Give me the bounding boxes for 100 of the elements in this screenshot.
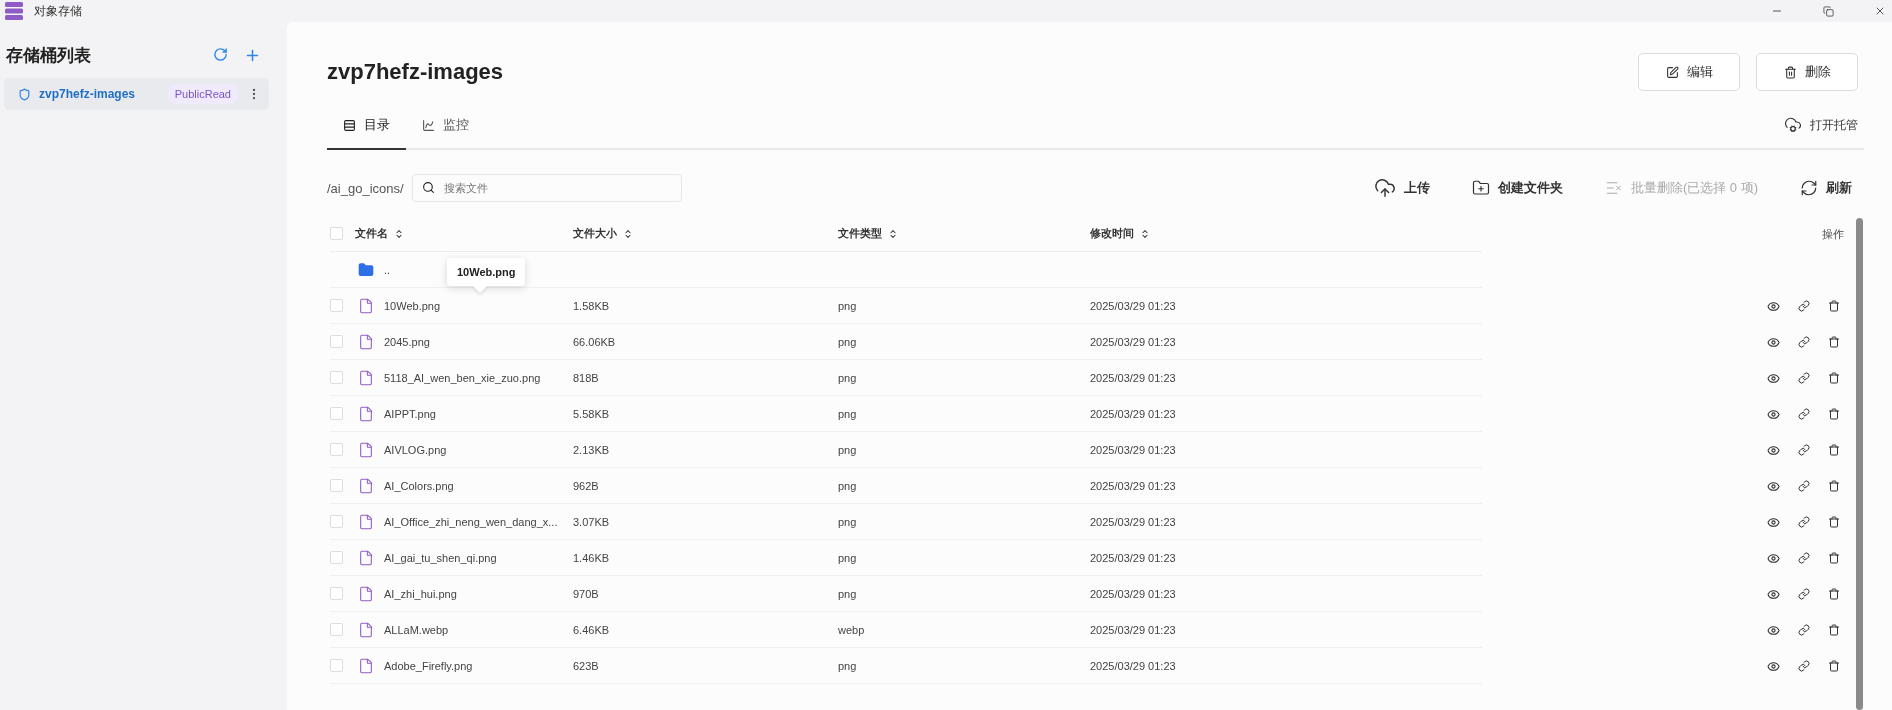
modified-time: 2025/03/29 01:23 [1090, 479, 1177, 492]
file-name[interactable]: 10Web.png [384, 299, 441, 312]
file-name[interactable]: Adobe_Firefly.png [384, 659, 473, 672]
link-icon[interactable] [1798, 516, 1810, 528]
row-checkbox[interactable] [330, 623, 343, 636]
row-checkbox[interactable] [330, 371, 343, 384]
close-icon[interactable] [1874, 5, 1886, 17]
modified-time: 2025/03/29 01:23 [1090, 407, 1177, 420]
sort-icon[interactable] [623, 228, 633, 239]
file-size: 5.58KB [573, 407, 611, 420]
row-checkbox[interactable] [330, 299, 343, 312]
trash-icon[interactable] [1828, 516, 1840, 528]
new-folder-button[interactable]: 创建文件夹 [1465, 176, 1569, 200]
file-type: png [838, 659, 858, 672]
preview-icon[interactable] [1767, 299, 1780, 313]
file-type: png [838, 587, 858, 600]
edit-button[interactable]: 编辑 [1638, 53, 1740, 91]
column-header[interactable]: 修改时间 [1090, 226, 1134, 241]
list-x-icon [1604, 179, 1623, 197]
column-header[interactable]: 文件类型 [838, 226, 882, 241]
link-icon[interactable] [1798, 588, 1810, 600]
preview-icon[interactable] [1767, 515, 1780, 529]
modified-time: 2025/03/29 01:23 [1090, 515, 1177, 528]
row-checkbox[interactable] [330, 659, 343, 672]
trash-icon[interactable] [1828, 480, 1840, 492]
preview-icon[interactable] [1767, 443, 1780, 457]
upload-button[interactable]: 上传 [1367, 176, 1436, 200]
row-checkbox[interactable] [330, 551, 343, 564]
trash-icon [1783, 65, 1797, 79]
preview-icon[interactable] [1767, 587, 1780, 601]
trash-icon[interactable] [1828, 408, 1840, 420]
scrollbar-thumb[interactable] [1855, 218, 1863, 710]
column-header[interactable]: 文件大小 [573, 226, 617, 241]
row-checkbox[interactable] [330, 515, 343, 528]
link-icon[interactable] [1798, 624, 1810, 636]
modified-time: 2025/03/29 01:23 [1090, 551, 1177, 564]
restore-icon[interactable] [1823, 5, 1834, 17]
select-all-checkbox[interactable] [330, 227, 343, 240]
link-icon[interactable] [1798, 660, 1810, 672]
refresh-button[interactable]: 刷新 [1794, 176, 1858, 200]
sort-icon[interactable] [888, 228, 898, 239]
link-icon[interactable] [1798, 408, 1810, 420]
trash-icon[interactable] [1828, 588, 1840, 600]
sort-icon[interactable] [1140, 228, 1150, 239]
file-size: 623B [573, 659, 600, 672]
file-name[interactable]: ALLaM.webp [384, 623, 449, 636]
refresh-icon[interactable] [213, 46, 228, 62]
file-type: png [838, 299, 858, 312]
row-checkbox[interactable] [330, 587, 343, 600]
file-name[interactable]: AIVLOG.png [384, 443, 447, 456]
trash-icon[interactable] [1828, 552, 1840, 564]
row-checkbox[interactable] [330, 335, 343, 348]
trash-icon[interactable] [1828, 660, 1840, 672]
link-icon[interactable] [1798, 444, 1810, 456]
trash-icon[interactable] [1828, 624, 1840, 636]
file-name[interactable]: AI_Office_zhi_neng_wen_dang_x... [384, 515, 558, 528]
modified-time: 2025/03/29 01:23 [1090, 659, 1177, 672]
link-icon[interactable] [1798, 336, 1810, 348]
preview-icon[interactable] [1767, 407, 1780, 421]
preview-icon[interactable] [1767, 371, 1780, 385]
preview-icon[interactable] [1767, 659, 1780, 673]
sidebar-title: 存储桶列表 [6, 44, 91, 67]
file-icon [358, 333, 374, 350]
link-icon[interactable] [1798, 300, 1810, 312]
trash-icon[interactable] [1828, 300, 1840, 312]
tab[interactable]: 目录 [327, 102, 406, 150]
preview-icon[interactable] [1767, 623, 1780, 637]
folder-path[interactable]: /ai_go_icons/ [327, 180, 404, 196]
file-name[interactable]: AI_Colors.png [384, 479, 454, 492]
parent-folder-link[interactable]: .. [384, 263, 391, 276]
file-name[interactable]: 2045.png [384, 335, 430, 348]
row-checkbox[interactable] [330, 407, 343, 420]
preview-icon[interactable] [1767, 479, 1780, 493]
file-icon [358, 369, 374, 386]
file-name[interactable]: AIPPT.png [384, 407, 436, 420]
file-size: 962B [573, 479, 600, 492]
tab[interactable]: 监控 [406, 102, 485, 150]
link-icon[interactable] [1798, 372, 1810, 384]
row-checkbox[interactable] [330, 443, 343, 456]
hosting-link[interactable]: 打开托管 [1778, 102, 1864, 148]
link-icon[interactable] [1798, 480, 1810, 492]
file-name[interactable]: 5118_AI_wen_ben_xie_zuo.png [384, 371, 541, 384]
trash-icon[interactable] [1828, 372, 1840, 384]
file-type: png [838, 443, 858, 456]
search-icon [421, 181, 435, 194]
row-checkbox[interactable] [330, 479, 343, 492]
preview-icon[interactable] [1767, 551, 1780, 565]
column-header[interactable]: 文件名 [355, 226, 388, 241]
sort-icon[interactable] [394, 228, 404, 239]
file-type: png [838, 551, 858, 564]
column-header: 操作 [1822, 226, 1845, 242]
file-name[interactable]: AI_gai_tu_shen_qi.png [384, 551, 497, 564]
preview-icon[interactable] [1767, 335, 1780, 349]
trash-icon[interactable] [1828, 444, 1840, 456]
link-icon[interactable] [1798, 552, 1810, 564]
trash-icon[interactable] [1828, 336, 1840, 348]
search-field[interactable]: 搜索文件 [411, 174, 682, 202]
delete-button[interactable]: 删除 [1756, 53, 1858, 91]
bucket-item[interactable]: zvp7hefz-images PublicRead [4, 78, 269, 110]
file-name[interactable]: AI_zhi_hui.png [384, 587, 457, 600]
